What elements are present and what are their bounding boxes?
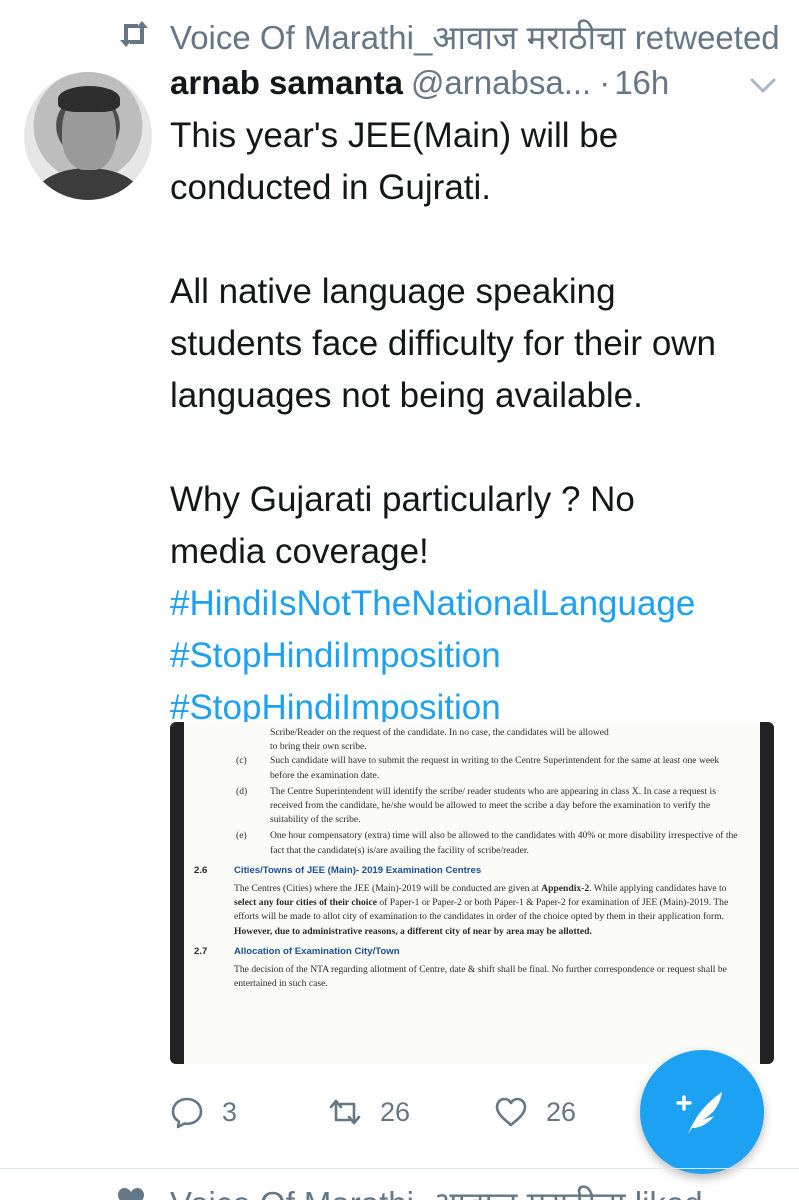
compose-tweet-button[interactable] <box>640 1050 764 1174</box>
doc-line: Scribe/Reader on the request of the cand… <box>270 727 609 738</box>
tweet-line: students face difficulty for their own <box>170 324 717 363</box>
doc-section-number: 2.6 <box>194 864 208 876</box>
tweet-line: conducted in Gujrati. <box>170 168 492 207</box>
tweet-line: media coverage! <box>170 532 429 571</box>
next-tweet-context-text: Voice Of Marathi_आवाज मराठीचा liked <box>170 1180 703 1200</box>
hashtag-link[interactable]: #StopHindiImposition <box>170 630 785 682</box>
doc-section-number: 2.7 <box>194 945 208 957</box>
retweet-button[interactable]: 26 <box>328 1090 410 1134</box>
chevron-down-icon[interactable] <box>750 76 776 96</box>
tweet-body: This year's JEE(Main) will be conducted … <box>170 110 785 734</box>
heart-icon <box>495 1097 527 1127</box>
doc-item-label: (d) <box>236 785 248 797</box>
reply-button[interactable]: 3 <box>170 1090 237 1134</box>
tweet-header: arnab samanta @arnabsa... · 16h <box>170 64 780 108</box>
doc-item-text: One hour compensatory (extra) time will … <box>270 830 738 856</box>
reply-count: 3 <box>222 1096 238 1127</box>
retweet-count: 26 <box>380 1096 411 1127</box>
doc-paragraph: The decision of the NTA regarding allotm… <box>234 964 727 990</box>
tweet-line: languages not being available. <box>170 376 643 415</box>
doc-item-text: The Centre Superintendent will identify … <box>270 785 716 826</box>
avatar[interactable] <box>24 72 152 200</box>
doc-item-text: Such candidate will have to submit the r… <box>270 755 720 781</box>
document-page: Scribe/Reader on the request of the cand… <box>184 722 760 1064</box>
hashtag-link[interactable]: #HindiIsNotTheNationalLanguage <box>170 578 785 630</box>
reply-icon <box>171 1097 203 1129</box>
next-tweet-context[interactable]: Voice Of Marathi_आवाज मराठीचा liked <box>0 1176 799 1200</box>
tweet-timestamp[interactable]: 16h <box>614 64 669 101</box>
retweet-context-text: Voice Of Marathi_आवाज मराठीचा retweeted <box>170 19 780 56</box>
retweet-context[interactable]: Voice Of Marathi_आवाज मराठीचा retweeted <box>0 12 799 56</box>
compose-feather-icon <box>676 1092 722 1134</box>
author-name[interactable]: arnab samanta <box>170 64 403 101</box>
retweet-icon <box>329 1099 361 1125</box>
heart-icon <box>118 1188 144 1200</box>
like-count: 26 <box>546 1096 577 1127</box>
doc-item-label: (c) <box>236 755 247 767</box>
doc-line: to bring their own scribe. <box>270 741 367 753</box>
tweet-line: All native language speaking <box>170 272 616 311</box>
doc-item-label: (e) <box>236 830 247 842</box>
doc-section-title: Allocation of Examination City/Town <box>234 945 400 957</box>
tweet-media-image[interactable]: Scribe/Reader on the request of the cand… <box>170 722 774 1064</box>
retweet-icon <box>120 21 148 47</box>
tweet-line: This year's JEE(Main) will be <box>170 116 619 155</box>
doc-paragraph: The Centres (Cities) where the JEE (Main… <box>234 883 729 937</box>
author-handle[interactable]: @arnabsa... <box>411 64 591 101</box>
doc-section-title: Cities/Towns of JEE (Main)- 2019 Examina… <box>234 864 482 876</box>
tweet-line: Why Gujarati particularly ? No <box>170 480 635 519</box>
tweet-divider <box>0 1168 799 1169</box>
header-separator: · <box>599 64 611 101</box>
like-button[interactable]: 26 <box>494 1090 576 1134</box>
